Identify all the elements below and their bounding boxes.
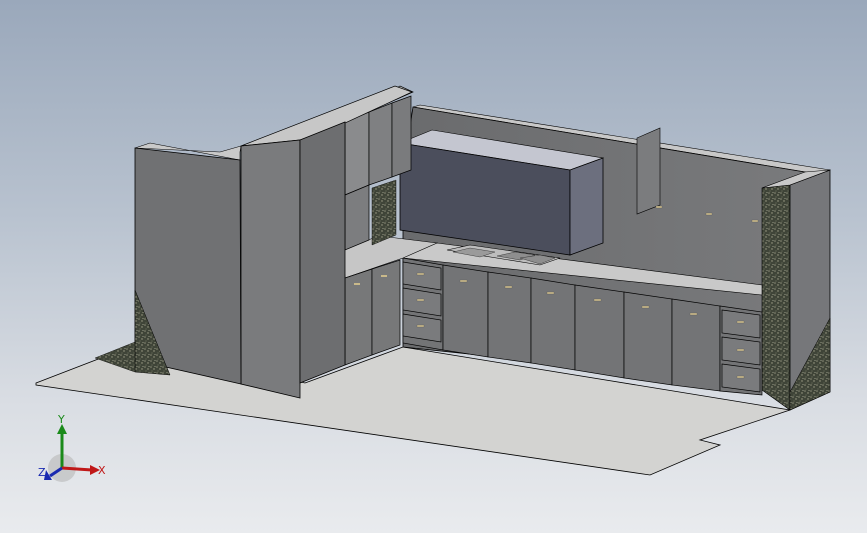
right-wall-granite <box>761 184 791 411</box>
tall-unit-side <box>299 121 346 384</box>
tall-unit-front <box>240 139 301 399</box>
axis-y-label: Y <box>58 413 65 426</box>
side-base-cabinets <box>344 259 401 366</box>
graphics-viewport[interactable]: Y X Z <box>0 0 867 533</box>
upper-granite-strip <box>371 179 397 246</box>
axis-x-label: X <box>98 464 106 477</box>
kitchen-model[interactable] <box>0 0 867 533</box>
range-hood-side <box>569 157 604 256</box>
wall-panel <box>636 127 661 215</box>
reference-triad: Y X Z <box>30 410 110 490</box>
axis-z-label: Z <box>38 466 46 479</box>
